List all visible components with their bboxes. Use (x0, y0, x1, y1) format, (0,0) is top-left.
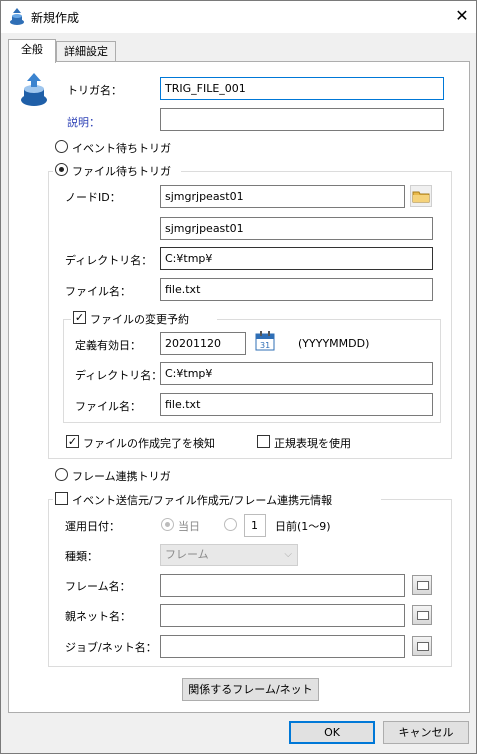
ok-button[interactable]: OK (289, 721, 375, 744)
description-field[interactable] (160, 108, 444, 131)
use-regex-checkbox[interactable] (257, 435, 270, 448)
type-label: 種類： (65, 550, 98, 563)
file-name-field[interactable]: file.txt (160, 278, 433, 301)
detect-complete-label: ファイルの作成完了を検知 (83, 437, 215, 450)
tab-advanced[interactable]: 詳細設定 (56, 41, 116, 63)
file-trigger-icon (21, 73, 47, 106)
trigger-name-label: トリガ名： (67, 84, 122, 97)
frame-trigger-label: フレーム連携トリガ (72, 470, 171, 483)
reserve-file-name-field[interactable]: file.txt (160, 393, 433, 416)
node-id-display-field[interactable]: sjmgrjpeast01 (160, 217, 433, 240)
close-icon[interactable]: ✕ (451, 5, 473, 27)
effective-date-field[interactable]: 20201120 (160, 332, 246, 355)
cancel-button[interactable]: キャンセル (383, 721, 469, 744)
frame-trigger-radio[interactable] (55, 468, 68, 481)
change-reservation-checkbox[interactable]: ✓ (73, 311, 86, 324)
description-label: 説明： (67, 116, 100, 129)
change-reservation-header: ✓ ファイルの変更予約 (71, 310, 217, 326)
job-net-label: ジョブ/ネット名： (65, 641, 157, 654)
parent-net-field[interactable] (160, 604, 405, 627)
event-trigger-radio[interactable] (55, 140, 68, 153)
event-source-label: イベント送信元/ファイル作成元/フレーム連携元情報 (72, 494, 333, 507)
type-select-value: フレーム (165, 548, 209, 561)
reserve-directory-label: ディレクトリ名： (75, 369, 163, 382)
parent-net-browse-button[interactable] (412, 605, 432, 625)
calendar-icon[interactable]: 31 (254, 330, 276, 352)
title-bar: 新規作成 ✕ (1, 1, 476, 33)
reserve-file-name-label: ファイル名： (75, 400, 141, 413)
trigger-name-field[interactable]: TRIG_FILE_001 (160, 77, 444, 100)
window-title: 新規作成 (31, 11, 80, 25)
frame-name-label: フレーム名： (65, 580, 131, 593)
event-trigger-label: イベント待ちトリガ (72, 142, 171, 155)
detect-complete-checkbox[interactable]: ✓ (66, 435, 79, 448)
related-frame-net-button[interactable]: 関係するフレーム/ネット (182, 678, 319, 701)
frame-name-browse-button[interactable] (412, 575, 432, 595)
today-radio[interactable] (161, 518, 174, 531)
reserve-directory-field[interactable]: C:¥tmp¥ (160, 362, 433, 385)
operation-date-label: 運用日付： (65, 520, 120, 533)
frame-name-field[interactable] (160, 574, 405, 597)
days-before-radio[interactable] (224, 518, 237, 531)
chevron-down-icon: ⌵ (284, 549, 292, 560)
days-before-field[interactable]: 1 (244, 514, 266, 537)
general-tab-panel: トリガ名： TRIG_FILE_001 説明： イベント待ちトリガ ファイル待ち… (8, 61, 470, 713)
days-before-label: 日前(1〜9) (275, 520, 331, 533)
new-trigger-dialog: 新規作成 ✕ 全般 詳細設定 トリガ名： TRIG_FILE_001 説明： イ… (0, 0, 477, 754)
node-id-field[interactable]: sjmgrjpeast01 (160, 185, 405, 208)
event-source-header: イベント送信元/ファイル作成元/フレーム連携元情報 (53, 491, 381, 507)
job-net-browse-button[interactable] (412, 636, 432, 656)
node-id-label: ノードID： (65, 191, 121, 204)
directory-label: ディレクトリ名： (65, 254, 153, 267)
effective-date-label: 定義有効日： (75, 339, 141, 352)
type-select[interactable]: フレーム ⌵ (160, 544, 298, 566)
jp1-app-icon (10, 8, 24, 25)
job-net-field[interactable] (160, 635, 405, 658)
event-source-checkbox[interactable] (55, 492, 68, 505)
folder-icon (412, 191, 430, 203)
change-reservation-label: ファイルの変更予約 (90, 313, 189, 326)
parent-net-label: 親ネット名： (65, 610, 131, 623)
tab-general[interactable]: 全般 (8, 39, 56, 63)
folder-browse-button[interactable] (410, 185, 432, 207)
svg-text:31: 31 (260, 341, 270, 350)
file-trigger-label: ファイル待ちトリガ (72, 165, 171, 178)
today-label: 当日 (178, 520, 200, 533)
date-format-label: (YYYYMMDD) (298, 337, 370, 350)
use-regex-label: 正規表現を使用 (274, 437, 351, 450)
directory-field[interactable]: C:¥tmp¥ (160, 247, 433, 270)
file-trigger-header: ファイル待ちトリガ (53, 162, 181, 178)
file-trigger-radio[interactable] (55, 163, 68, 176)
file-name-label: ファイル名： (65, 285, 131, 298)
